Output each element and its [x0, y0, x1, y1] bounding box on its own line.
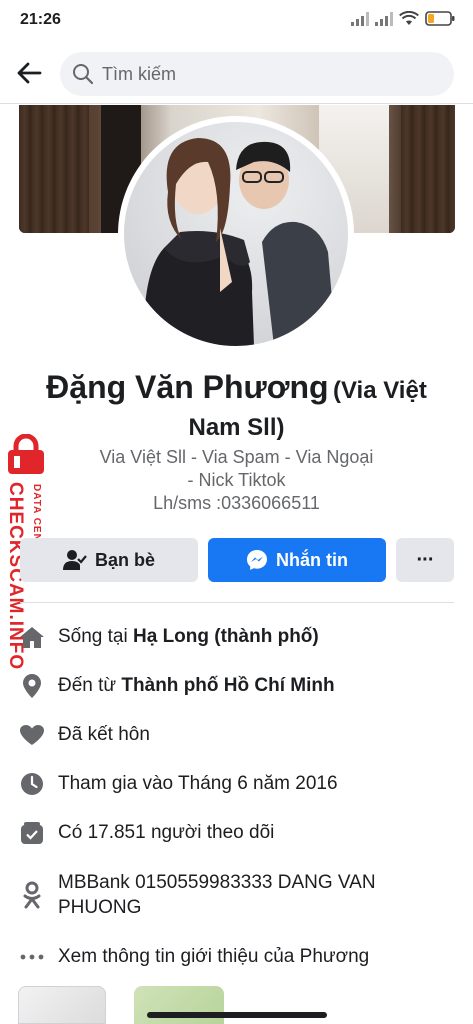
bio-line: - Nick Tiktok: [187, 470, 286, 490]
odnoklassniki-icon: [18, 870, 46, 920]
detail-prefix: Đến từ: [58, 675, 122, 696]
detail-from: Đến từ Thành phố Hồ Chí Minh: [18, 673, 458, 698]
search-icon: [73, 64, 94, 85]
messenger-icon: [247, 550, 267, 570]
location-pin-icon: [18, 673, 46, 698]
lock-icon: [8, 434, 44, 474]
detail-text: Có 17.851 người theo dõi: [58, 822, 275, 843]
detail-text: MBBank 0150559983333 DANG VAN PHUONG: [58, 872, 376, 918]
profile-name: Đặng Văn Phương (Via Việt Nam Sll): [30, 370, 443, 448]
detail-text: Xem thông tin giới thiệu của Phương: [58, 946, 370, 967]
home-icon: [18, 624, 46, 649]
detail-link[interactable]: Thành phố Hồ Chí Minh: [121, 675, 334, 696]
detail-prefix: Sống tại: [58, 626, 133, 647]
ellipsis-icon: [18, 944, 46, 969]
profile-bio: Via Việt Sll - Via Spam - Via Ngoại - Ni…: [70, 446, 403, 515]
status-time: 21:26: [20, 11, 61, 28]
friends-check-icon: [62, 550, 87, 570]
featured-photos: [18, 986, 458, 1024]
detail-lives-in: Sống tại Hạ Long (thành phố): [18, 624, 458, 649]
detail-link[interactable]: Hạ Long (thành phố): [133, 626, 319, 647]
bio-line: Lh/sms :0336066511: [153, 493, 320, 513]
avatar[interactable]: [124, 122, 348, 346]
search-bar[interactable]: [60, 52, 454, 96]
back-button[interactable]: [12, 56, 46, 90]
home-indicator[interactable]: [147, 1012, 327, 1018]
more-options-button[interactable]: ···: [396, 538, 454, 582]
detail-relationship: Đã kết hôn: [18, 722, 458, 747]
detail-text: Sống tại Hạ Long (thành phố): [58, 624, 319, 649]
status-icons: [351, 11, 455, 26]
detail-text: Đến từ Thành phố Hồ Chí Minh: [58, 673, 335, 698]
top-bar: [0, 44, 473, 104]
detail-text: Tham gia vào Tháng 6 năm 2016: [58, 773, 338, 794]
search-input[interactable]: [102, 63, 422, 85]
status-bar: 21:26: [0, 0, 473, 40]
heart-icon: [18, 722, 46, 747]
back-arrow-icon: [17, 62, 42, 84]
clock-icon: [18, 771, 46, 796]
detail-bank: MBBank 0150559983333 DANG VAN PHUONG: [18, 870, 458, 920]
message-button[interactable]: Nhắn tin: [208, 538, 386, 582]
bio-line: Via Việt Sll - Via Spam - Via Ngoại: [99, 447, 374, 467]
featured-photo[interactable]: [18, 986, 106, 1024]
detail-followers: Có 17.851 người theo dõi: [18, 820, 458, 845]
battery-icon: [425, 11, 455, 26]
ellipsis-icon: ···: [416, 548, 435, 571]
detail-see-more[interactable]: Xem thông tin giới thiệu của Phương: [18, 944, 458, 969]
followers-icon: [18, 820, 46, 845]
wifi-icon: [399, 11, 419, 25]
friends-button-label: Bạn bè: [94, 549, 155, 570]
detail-text: Đã kết hôn: [58, 724, 150, 745]
divider: [20, 602, 454, 603]
signal-icon: [351, 11, 369, 26]
avatar-image: [143, 138, 336, 346]
featured-photo[interactable]: [134, 986, 224, 1024]
detail-joined: Tham gia vào Tháng 6 năm 2016: [18, 771, 458, 796]
profile-name-main: Đặng Văn Phương: [46, 369, 329, 405]
friends-button[interactable]: Bạn bè: [20, 538, 198, 582]
signal-icon: [375, 11, 393, 26]
message-button-label: Nhắn tin: [276, 549, 348, 570]
